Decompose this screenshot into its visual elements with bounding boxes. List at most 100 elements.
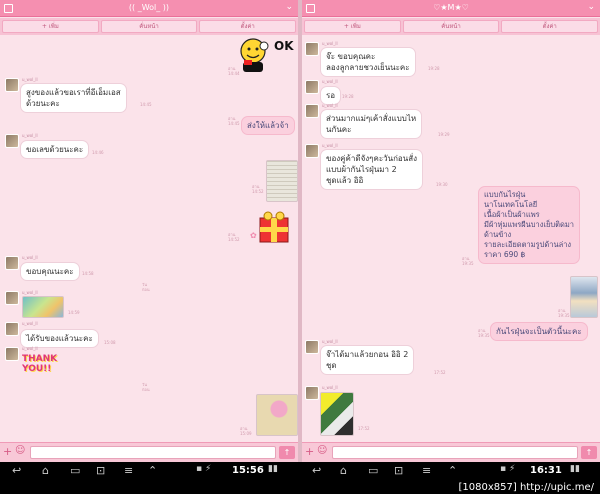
avatar[interactable]: [5, 78, 19, 92]
photo-thumbnail[interactable]: [320, 392, 354, 436]
timestamp: อ่าน 15:09: [240, 426, 252, 436]
timestamp: 19:30: [436, 182, 448, 187]
timestamp: 17:52: [434, 370, 446, 375]
chevron-down-icon[interactable]: ⌄: [285, 2, 293, 12]
avatar[interactable]: [5, 256, 19, 270]
left-chat-title: (( _Wol_ )): [128, 3, 170, 12]
battery-icon: ▮▮: [268, 464, 278, 474]
bookmark-button[interactable]: คั่นหน้า: [402, 20, 500, 33]
back-icon[interactable]: ↩: [312, 464, 321, 477]
system-navbar: ↩ ⌂ ▭ ⊡ ≡ ⌃ ▪ ⚡ 15:56 ▮▮ ↩ ⌂ ▭ ⊡ ≡ ⌃ ▪ ⚡…: [0, 462, 600, 494]
settings-button[interactable]: ตั้งค่า: [501, 20, 599, 33]
sender-name: u_wol_ll: [322, 103, 338, 108]
ok-sticker-text: OK: [274, 39, 294, 53]
sender-name: u_wol_ll: [22, 290, 38, 295]
avatar[interactable]: [305, 386, 319, 400]
photo-thumbnail[interactable]: [22, 296, 64, 318]
message-bubble[interactable]: ขอเลขด้วยนะคะ: [20, 140, 90, 159]
timestamp: วัน ก่อน: [142, 282, 150, 292]
recent-apps-icon[interactable]: ▭: [70, 464, 80, 477]
emoji-icon[interactable]: ☺: [317, 445, 327, 456]
recent-apps-icon[interactable]: ▭: [368, 464, 378, 477]
status-icons: ▪ ⚡: [196, 464, 212, 474]
right-message-list[interactable]: u_wol_ll จ๊ะ ขอบคุณคะ ลองลูกลายชวงเย็นนะ…: [302, 36, 600, 442]
screenshot-icon[interactable]: ⊡: [394, 464, 403, 477]
thank-you-sticker-text: THANK YOU!!: [22, 354, 58, 374]
left-action-bar: + เพิ่ม คั่นหน้า ตั้งค่า: [0, 18, 298, 35]
up-icon[interactable]: ⌃: [448, 464, 457, 477]
timestamp: อ่าน 14:44: [228, 66, 240, 76]
message-bubble[interactable]: จ๊าได้มาแล้วยกอน อิอิ 2 ชุด: [320, 345, 415, 375]
message-bubble[interactable]: แบบกันไรฝุ่น นาโนเทคโนโลยี เนื้อผ้าเป็นผ…: [478, 186, 581, 264]
message-bubble[interactable]: กันไรฝุ่นจะเป็นตัวนี้นะคะ: [490, 322, 588, 341]
sender-name: u_wol_ll: [322, 143, 338, 148]
photo-thumbnail[interactable]: [570, 276, 598, 318]
menu-icon[interactable]: ≡: [124, 464, 133, 477]
avatar[interactable]: [305, 340, 319, 354]
gift-sticker: ✿: [248, 210, 296, 248]
avatar[interactable]: [5, 134, 19, 148]
bookmark-button[interactable]: คั่นหน้า: [100, 20, 198, 33]
sender-name: u_wol_ll: [322, 41, 338, 46]
photo-thumbnail[interactable]: [266, 160, 298, 202]
up-icon[interactable]: ⌃: [148, 464, 157, 477]
right-input-bar: + ☺ ↑: [302, 442, 600, 462]
avatar[interactable]: [5, 291, 19, 305]
message-input[interactable]: [30, 446, 276, 459]
screenshot-icon[interactable]: ⊡: [96, 464, 105, 477]
sender-name: u_wol_ll: [22, 133, 38, 138]
right-action-bar: + เพิ่ม คั่นหน้า ตั้งค่า: [302, 18, 600, 35]
photo-thumbnail[interactable]: [256, 394, 298, 436]
add-friend-button[interactable]: + เพิ่ม: [304, 20, 401, 33]
plus-icon[interactable]: +: [305, 445, 314, 458]
settings-button[interactable]: ตั้งค่า: [199, 20, 297, 33]
message-bubble[interactable]: สูงของแล้วขอเราที่อีเอ็มเอส ด้วยนะคะ: [20, 83, 127, 113]
message-input[interactable]: [332, 446, 578, 459]
avatar[interactable]: [305, 144, 319, 158]
message-bubble[interactable]: ส่วนมากแม่ๆเค้าสั่งแบบไห นกันคะ: [320, 109, 423, 139]
menu-icon[interactable]: ≡: [422, 464, 431, 477]
right-chat-window: ♡★M★♡ ⌄ + เพิ่ม คั่นหน้า ตั้งค่า u_wol_l…: [302, 0, 600, 462]
timestamp: 17:52: [358, 426, 370, 431]
watermark: [1080x857] http://upic.me/: [458, 482, 594, 493]
avatar[interactable]: [5, 322, 19, 336]
timestamp: อ่าน 19:35: [478, 328, 490, 338]
plus-icon[interactable]: +: [3, 445, 12, 458]
emoji-icon[interactable]: ☺: [15, 445, 25, 456]
send-button[interactable]: ↑: [581, 446, 597, 459]
timestamp: 19:28: [342, 94, 354, 99]
avatar[interactable]: [305, 104, 319, 118]
right-titlebar: ♡★M★♡ ⌄: [302, 0, 600, 17]
timestamp: 15:08: [104, 340, 116, 345]
timestamp: อ่าน 19:35: [558, 308, 570, 318]
left-input-bar: + ☺ ↑: [0, 442, 298, 462]
timestamp: 19:28: [428, 66, 440, 71]
home-icon[interactable]: ⌂: [340, 464, 347, 477]
avatar[interactable]: [305, 80, 319, 94]
timestamp: 14:59: [68, 310, 80, 315]
sender-name: u_wol_ll: [22, 321, 38, 326]
sender-name: u_wol_ll: [22, 255, 38, 260]
add-friend-button[interactable]: + เพิ่ม: [2, 20, 99, 33]
avatar[interactable]: [305, 42, 319, 56]
timestamp: วัน ก่อน: [142, 382, 150, 392]
timestamp: 14:58: [82, 271, 94, 276]
left-titlebar: (( _Wol_ )) ⌄: [0, 0, 298, 17]
message-bubble[interactable]: ขอบคุณนะคะ: [20, 262, 80, 281]
timestamp: อ่าน 19:35: [462, 256, 474, 266]
send-button[interactable]: ↑: [279, 446, 295, 459]
avatar[interactable]: [5, 347, 19, 361]
home-icon[interactable]: ⌂: [42, 464, 49, 477]
back-icon[interactable]: ↩: [12, 464, 21, 477]
message-bubble[interactable]: ส่งให้แล้วจ้า: [241, 116, 295, 135]
message-bubble[interactable]: จ๊ะ ขอบคุณคะ ลองลูกลายชวงเย็นนะคะ: [320, 47, 416, 77]
sender-name: u_wol_ll: [322, 339, 338, 344]
svg-text:✿: ✿: [250, 231, 257, 240]
sender-name: u_wol_ll: [322, 79, 338, 84]
sender-name: u_wol_ll: [322, 385, 338, 390]
clock-right: 16:31: [530, 465, 562, 476]
message-bubble[interactable]: ของคู่ค้าดีจังๆคะวันก่อนสั่ง แบบผ้ากันไร…: [320, 149, 423, 190]
right-chat-title: ♡★M★♡: [433, 3, 469, 12]
chevron-down-icon[interactable]: ⌄: [587, 2, 595, 12]
left-message-list[interactable]: OK อ่าน 14:44 u_wol_ll สูงของแล้วขอเราที่…: [0, 36, 298, 442]
